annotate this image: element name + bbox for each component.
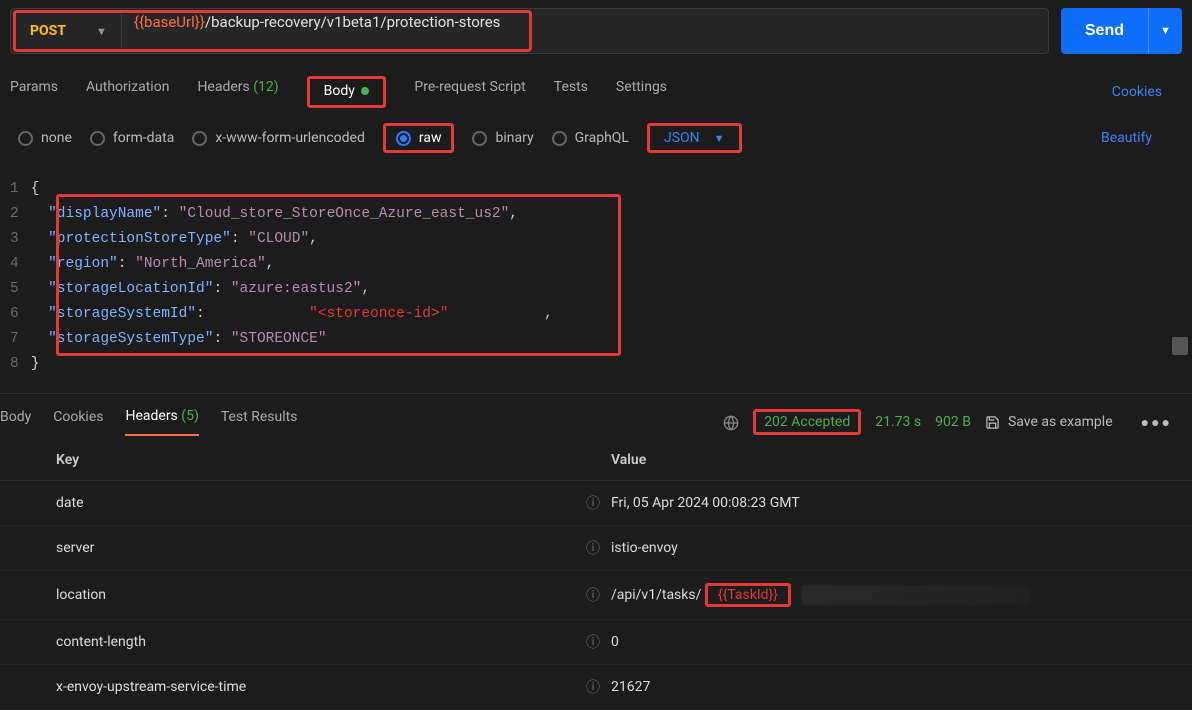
url-variable: {{baseUrl}}: [134, 13, 205, 31]
response-tabs: Body Cookies Headers (5) Test Results 20…: [0, 393, 1192, 436]
radio-raw-highlight: raw: [383, 123, 455, 153]
header-key: location: [56, 587, 586, 603]
header-key: content-length: [56, 634, 586, 650]
header-value: 21627: [611, 679, 650, 695]
url-input[interactable]: {{baseUrl}}/backup-recovery/v1beta1/prot…: [122, 13, 530, 49]
radio-graphql[interactable]: GraphQL: [552, 130, 629, 146]
send-button[interactable]: Send: [1061, 8, 1148, 54]
table-row: x-envoy-upstream-service-time ⓘ 21627: [0, 665, 1192, 710]
body-type-row: none form-data x-www-form-urlencoded raw…: [0, 109, 1192, 167]
request-tabs: Params Authorization Headers (12) Body P…: [0, 62, 1192, 109]
more-menu-icon[interactable]: ●●●: [1131, 414, 1182, 431]
radio-none[interactable]: none: [18, 130, 72, 146]
resp-tab-testresults[interactable]: Test Results: [221, 409, 298, 435]
tab-body[interactable]: Body: [307, 76, 387, 108]
tab-headers[interactable]: Headers (12): [197, 79, 278, 105]
resp-tab-headers-label: Headers: [125, 408, 177, 424]
table-row: date ⓘ Fri, 05 Apr 2024 00:08:23 GMT: [0, 481, 1192, 526]
chevron-down-icon: ▼: [1160, 25, 1171, 37]
radio-raw[interactable]: raw: [396, 130, 442, 146]
info-icon[interactable]: ⓘ: [586, 585, 611, 605]
tab-tests[interactable]: Tests: [554, 79, 588, 105]
table-row: server ⓘ istio-envoy: [0, 526, 1192, 571]
header-value: /api/v1/tasks/ {{TaskId}}: [611, 583, 1031, 607]
url-path: /backup-recovery/v1beta1/protection-stor…: [205, 13, 501, 31]
radio-formdata[interactable]: form-data: [90, 130, 174, 146]
save-as-example[interactable]: Save as example: [985, 414, 1117, 430]
http-method-select[interactable]: POST ▼: [16, 13, 122, 49]
modified-dot-icon: [361, 87, 369, 95]
info-icon[interactable]: ⓘ: [586, 538, 611, 558]
send-button-group: Send ▼: [1061, 8, 1182, 54]
chevron-down-icon: ▼: [96, 25, 107, 38]
redacted-value: [801, 585, 1031, 605]
response-headers-table: Key Value date ⓘ Fri, 05 Apr 2024 00:08:…: [0, 436, 1192, 710]
info-icon[interactable]: ⓘ: [586, 632, 611, 652]
header-key: server: [56, 540, 586, 556]
resp-tab-headers-count: (5): [181, 408, 199, 424]
header-key: x-envoy-upstream-service-time: [56, 679, 586, 695]
status-code: 202 Accepted: [753, 409, 861, 435]
radio-xform[interactable]: x-www-form-urlencoded: [192, 130, 365, 146]
chevron-down-icon: ▼: [714, 132, 725, 145]
tab-body-label: Body: [324, 83, 355, 99]
table-row: location ⓘ /api/v1/tasks/ {{TaskId}}: [0, 571, 1192, 620]
response-time: 21.73 s: [875, 414, 921, 430]
tab-headers-label: Headers: [197, 79, 249, 95]
response-size: 902 B: [935, 414, 971, 430]
header-value: Fri, 05 Apr 2024 00:08:23 GMT: [611, 495, 800, 511]
resp-tab-cookies[interactable]: Cookies: [53, 409, 103, 435]
save-icon: [985, 415, 1000, 430]
body-format-select[interactable]: JSON ▼: [647, 123, 742, 153]
scrollbar-thumb[interactable]: [1172, 337, 1188, 355]
code-content: { "displayName": "Cloud_store_StoreOnce_…: [31, 177, 1192, 377]
resp-tab-headers[interactable]: Headers (5): [125, 408, 198, 436]
col-key: Key: [56, 452, 611, 468]
body-editor[interactable]: 1 2 3 4 5 6 7 8 { "displayName": "Cloud_…: [0, 167, 1192, 387]
send-dropdown-button[interactable]: ▼: [1148, 8, 1182, 54]
cookies-link[interactable]: Cookies: [1112, 84, 1182, 100]
header-key: date: [56, 495, 586, 511]
radio-binary[interactable]: binary: [472, 130, 533, 146]
tab-params[interactable]: Params: [10, 79, 58, 105]
table-row: content-length ⓘ 0: [0, 620, 1192, 665]
tab-authorization[interactable]: Authorization: [86, 79, 169, 105]
col-value: Value: [611, 452, 1182, 468]
taskid-variable: {{TaskId}}: [705, 583, 791, 607]
info-icon[interactable]: ⓘ: [586, 493, 611, 513]
tab-prerequest[interactable]: Pre-request Script: [414, 79, 525, 105]
request-url-bar: POST ▼ {{baseUrl}}/backup-recovery/v1bet…: [10, 8, 1049, 54]
tab-settings[interactable]: Settings: [616, 79, 667, 105]
response-meta: 202 Accepted 21.73 s 902 B Save as examp…: [723, 409, 1182, 435]
line-gutter: 1 2 3 4 5 6 7 8: [10, 177, 31, 377]
globe-icon[interactable]: [723, 413, 739, 431]
info-icon[interactable]: ⓘ: [586, 677, 611, 697]
resp-tab-body[interactable]: Body: [0, 409, 31, 435]
header-value: istio-envoy: [611, 540, 678, 556]
beautify-link[interactable]: Beautify: [1101, 130, 1174, 146]
body-format-label: JSON: [664, 130, 700, 146]
http-method-label: POST: [30, 23, 66, 39]
tab-headers-count: (12): [253, 79, 278, 95]
save-example-label: Save as example: [1008, 414, 1113, 430]
header-value: 0: [611, 634, 619, 650]
